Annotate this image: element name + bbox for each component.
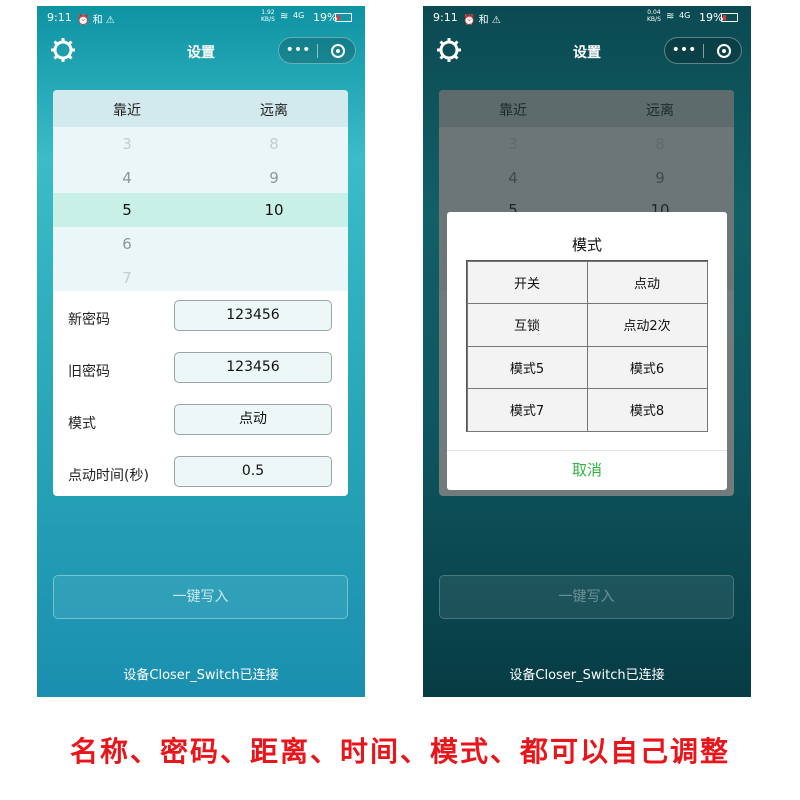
- close-target-icon[interactable]: [331, 44, 345, 58]
- mode-option[interactable]: 开关: [466, 260, 588, 304]
- mode-option[interactable]: 模式8: [586, 388, 708, 432]
- status-time: 9:11: [47, 11, 72, 24]
- status-time: 9:11: [433, 11, 458, 24]
- write-all-button[interactable]: 一键写入: [53, 575, 348, 619]
- mode-option[interactable]: 点动: [586, 260, 708, 304]
- close-target-icon[interactable]: [717, 44, 731, 58]
- mode-option[interactable]: 模式6: [586, 345, 708, 389]
- picker-row[interactable]: 7: [53, 261, 348, 295]
- jog-time-row: 点动时间(秒) 0.5: [53, 447, 348, 496]
- battery-percent: 19%: [313, 11, 338, 24]
- picker-row[interactable]: 6: [53, 227, 348, 261]
- far-column-label: 远离: [646, 103, 674, 119]
- status-icons: ⏰ 和 ⚠: [463, 15, 501, 26]
- new-password-label: 新密码: [68, 312, 110, 328]
- mode-row: 模式 点动: [53, 395, 348, 447]
- old-password-row: 旧密码 123456: [53, 343, 348, 395]
- wifi-icon: ≋: [280, 11, 289, 22]
- phone-screen-settings: 9:11 ⏰ 和 ⚠ 1.92 KB/S ≋ 4G 19% 设置 ••• 靠近 远…: [37, 6, 365, 697]
- picker-row[interactable]: 38: [53, 127, 348, 161]
- cancel-button[interactable]: 取消: [447, 450, 727, 490]
- signal-icon: 4G: [293, 11, 305, 20]
- picker-header: 靠近 远离: [439, 90, 734, 127]
- picker-row: 49: [508, 169, 665, 187]
- nav-bar: 设置 •••: [423, 30, 751, 70]
- status-icons: ⏰ 和 ⚠: [77, 15, 115, 26]
- mini-program-capsule: •••: [664, 37, 742, 64]
- write-all-button: 一键写入: [439, 575, 734, 619]
- mode-label: 模式: [68, 416, 96, 432]
- connection-status: 设备Closer_Switch已连接: [509, 668, 665, 683]
- mode-select[interactable]: 点动: [174, 404, 332, 435]
- network-speed: 1.92 KB/S: [261, 9, 275, 23]
- old-password-field[interactable]: 123456: [174, 352, 332, 383]
- mode-option[interactable]: 点动2次: [586, 303, 708, 347]
- nav-bar: 设置 •••: [37, 30, 365, 70]
- status-bar: 9:11 ⏰ 和 ⚠ 0.04 KB/S ≋ 4G 19%: [423, 6, 751, 30]
- picker-header: 靠近 远离: [53, 90, 348, 127]
- jog-time-label: 点动时间(秒): [68, 468, 149, 484]
- new-password-row: 新密码 123456: [53, 291, 348, 343]
- network-speed: 0.04 KB/S: [647, 9, 661, 23]
- settings-card: 靠近 远离 38 49 5 10 6 7 新密码 123456 旧密码 1234…: [53, 90, 348, 496]
- dialog-title: 模式: [571, 236, 602, 254]
- mode-dialog: 模式 开关 点动 互锁 点动2次 模式5 模式6 模式7 模式8 取消: [447, 212, 727, 490]
- mode-option[interactable]: 模式5: [466, 345, 588, 389]
- picker-row-selected[interactable]: 5 10: [53, 193, 348, 227]
- battery-icon: [335, 13, 352, 22]
- more-icon[interactable]: •••: [279, 41, 317, 59]
- mode-option[interactable]: 互锁: [466, 303, 588, 347]
- mode-options-grid: 开关 点动 互锁 点动2次 模式5 模式6 模式7 模式8: [466, 260, 708, 432]
- new-password-field[interactable]: 123456: [174, 300, 332, 331]
- far-column-label: 远离: [260, 103, 288, 119]
- connection-status: 设备Closer_Switch已连接: [123, 668, 279, 683]
- more-icon[interactable]: •••: [665, 41, 703, 59]
- promo-caption: 名称、密码、距离、时间、模式、都可以自己调整: [69, 735, 730, 768]
- picker-row: 38: [508, 135, 665, 153]
- near-column-label: 靠近: [499, 103, 527, 119]
- distance-picker[interactable]: 38 49 5 10 6 7: [53, 127, 348, 291]
- wifi-icon: ≋: [666, 11, 675, 22]
- phone-screen-mode-dialog: 9:11 ⏰ 和 ⚠ 0.04 KB/S ≋ 4G 19% 设置 ••• 靠近 远…: [423, 6, 751, 697]
- signal-icon: 4G: [679, 11, 691, 20]
- status-bar: 9:11 ⏰ 和 ⚠ 1.92 KB/S ≋ 4G 19%: [37, 6, 365, 30]
- mini-program-capsule: •••: [278, 37, 356, 64]
- battery-icon: [721, 13, 738, 22]
- mode-option[interactable]: 模式7: [466, 388, 588, 432]
- picker-row[interactable]: 49: [53, 161, 348, 195]
- jog-time-field[interactable]: 0.5: [174, 456, 332, 487]
- battery-percent: 19%: [699, 11, 724, 24]
- old-password-label: 旧密码: [68, 364, 110, 380]
- near-column-label: 靠近: [113, 103, 141, 119]
